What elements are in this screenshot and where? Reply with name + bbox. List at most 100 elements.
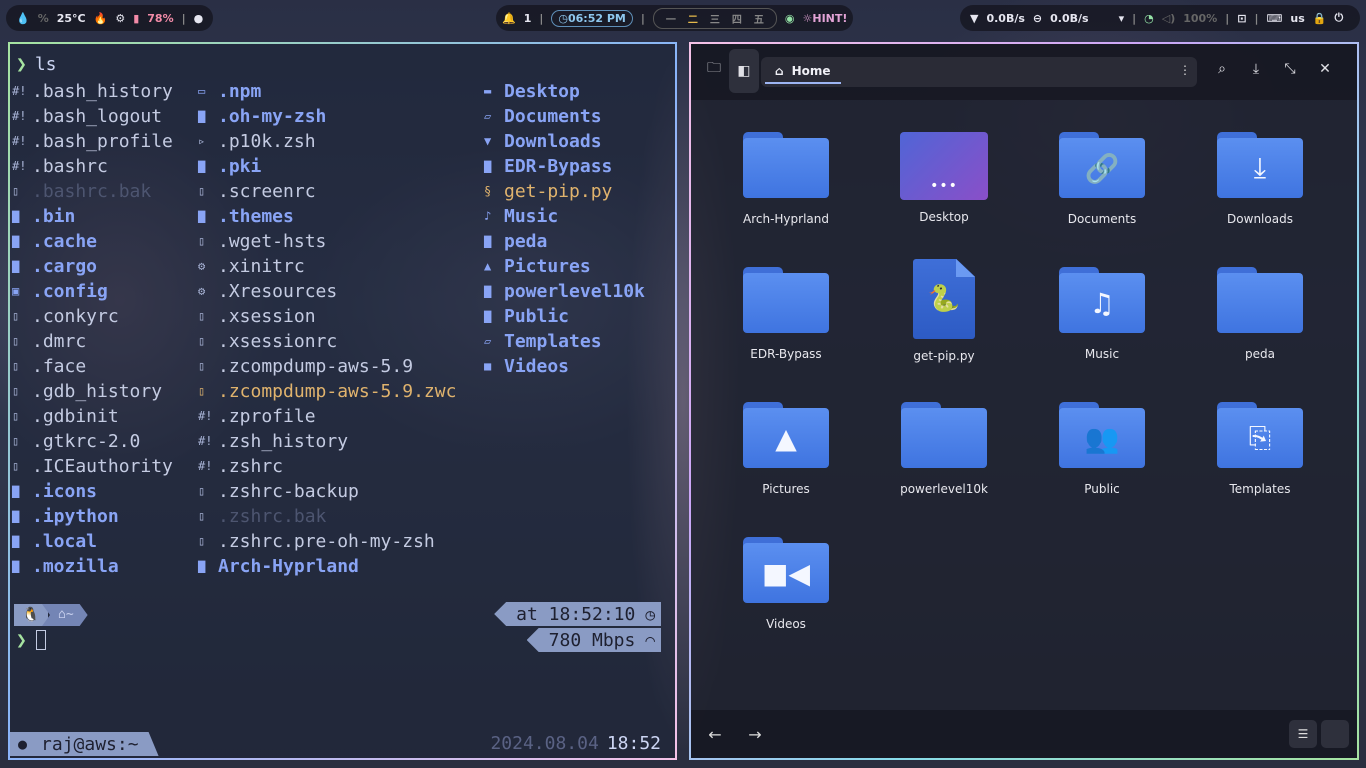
path-bar[interactable]: ⌂ Home ⋮	[761, 57, 1197, 87]
ls-entry-name: .ipython	[32, 506, 119, 527]
bell-icon[interactable]: 🔔	[502, 12, 516, 25]
file-item[interactable]: ♫ Music	[1023, 265, 1181, 400]
hash-bang-icon: #!	[198, 434, 213, 448]
file-item-label: Templates	[1229, 482, 1291, 496]
search-icon[interactable]: ⌕	[1207, 54, 1237, 84]
workspace-3[interactable]: 三	[710, 11, 720, 26]
minimize-icon[interactable]: ⤡	[1275, 54, 1305, 84]
download-icon[interactable]: ⤓	[1241, 54, 1271, 84]
ls-entry-name: Music	[504, 206, 559, 227]
folder-emblem-icon: ▲	[775, 421, 797, 455]
keyboard-layout[interactable]: us	[1290, 12, 1304, 25]
ls-entry: ▇ peda	[484, 229, 645, 254]
status-date: 2024.08.04	[490, 733, 599, 754]
ls-entry-name: .bash_logout	[32, 106, 163, 127]
wifi-icon[interactable]: ◔	[1144, 12, 1154, 25]
clock-time: 06:52 PM	[568, 11, 626, 25]
file-icon: ▯	[12, 384, 20, 398]
file-item[interactable]: powerlevel10k	[865, 400, 1023, 535]
file-item[interactable]: Arch-Hyprland	[707, 130, 865, 265]
file-item-label: Documents	[1067, 212, 1137, 226]
file-icon: ▯	[198, 234, 206, 248]
hint-text: HINT!	[812, 11, 848, 25]
folder-icon	[1217, 267, 1303, 337]
ls-entry: ▇ .themes	[198, 204, 456, 229]
file-item[interactable]: 🐍 get-pip.py	[865, 259, 1023, 400]
dots-icon: •••	[930, 178, 958, 194]
ls-entry-name: .zprofile	[218, 406, 316, 427]
file-item[interactable]: ⤓ Downloads	[1181, 130, 1339, 265]
ls-entry: ▯ .face	[12, 354, 173, 379]
volume-icon[interactable]: ◁)	[1162, 12, 1176, 25]
folder-icon: ▇	[198, 159, 206, 173]
ls-entry: ▇ Public	[484, 304, 645, 329]
folder-icon: ⎘	[1217, 402, 1303, 472]
back-arrow-icon[interactable]: ←	[701, 722, 729, 746]
terminal-window[interactable]: ❯ ls #! .bash_history #! .bash_logout #! .bash…	[8, 42, 677, 760]
ls-entry-name: .gdbinit	[32, 406, 119, 427]
workspace-2[interactable]: 二	[688, 11, 698, 26]
hint-label[interactable]: ☼HINT!	[803, 12, 848, 25]
ls-entry: ▯ .dmrc	[12, 329, 173, 354]
ls-entry: ▯ .zcompdump-aws-5.9	[198, 354, 456, 379]
ls-entry-name: .zcompdump-aws-5.9	[218, 356, 414, 377]
ls-entry-name: .gdb_history	[32, 381, 163, 402]
sidebar-toggle-icon[interactable]: ◧	[729, 49, 759, 93]
ls-entry-name: .bin	[32, 206, 76, 227]
file-item[interactable]: ■◀ Videos	[707, 535, 865, 670]
tmux-statusline: ● raj@aws:~ 2024.08.04 18:52	[10, 730, 675, 758]
ls-entry-name: .config	[32, 281, 108, 302]
ls-entry: ▯ .wget-hsts	[198, 229, 456, 254]
file-item-label: EDR-Bypass	[750, 347, 822, 361]
ls-entry-name: .zcompdump-aws-5.9.zwc	[218, 381, 457, 402]
clock[interactable]: ◷06:52 PM	[551, 9, 633, 27]
folder-icon: ▇	[484, 234, 492, 248]
separator: |	[640, 11, 645, 25]
ls-entry: ▯ .xsessionrc	[198, 329, 456, 354]
breadcrumb-home[interactable]: ⌂ Home	[765, 60, 841, 84]
ls-entry-name: Pictures	[504, 256, 591, 277]
workspace-1[interactable]: 一	[666, 11, 676, 26]
separator: |	[539, 11, 544, 25]
power-menu-icon[interactable]: ●	[194, 12, 204, 25]
ls-entry: ▯ .gdb_history	[12, 379, 173, 404]
lock-screen-icon[interactable]: ⊡	[1237, 12, 1246, 25]
file-item[interactable]: 👥 Public	[1023, 400, 1181, 535]
kebab-menu-icon[interactable]: ⋮	[1179, 63, 1191, 77]
forward-arrow-icon[interactable]: →	[741, 722, 769, 746]
network-up-icon: ⊖	[1032, 11, 1043, 25]
file-item[interactable]: ⎘ Templates	[1181, 400, 1339, 535]
file-item[interactable]: EDR-Bypass	[707, 265, 865, 400]
folder-emblem-icon	[901, 408, 987, 468]
list-view-icon[interactable]: ☰	[1289, 720, 1317, 748]
command-text: ls	[34, 54, 57, 75]
workspace-5[interactable]: 五	[754, 11, 764, 26]
folder-icon	[743, 132, 829, 202]
file-item[interactable]: ••• Desktop	[865, 130, 1023, 265]
close-icon[interactable]: ✕	[1310, 54, 1340, 84]
eye-icon[interactable]: ◉	[785, 12, 795, 25]
npm-icon: ▭	[198, 84, 206, 98]
ls-entry: ▯ .bashrc.bak	[12, 179, 173, 204]
power-icon[interactable]: ⏻	[1334, 11, 1343, 25]
new-folder-icon[interactable]: 🗀	[699, 54, 729, 84]
text-cursor[interactable]	[36, 630, 46, 650]
file-item[interactable]: peda	[1181, 265, 1339, 400]
folder-icon: ▇	[12, 559, 20, 573]
workspace-4[interactable]: 四	[732, 11, 742, 26]
folder-icon: ■◀	[743, 537, 829, 607]
file-icon: ▯	[12, 359, 20, 373]
ls-entry: ▯ .conkyrc	[12, 304, 173, 329]
folder-icon	[901, 402, 987, 472]
file-item[interactable]: 🔗 Documents	[1023, 130, 1181, 265]
bluetooth-icon[interactable]: ▾	[1119, 12, 1125, 25]
grid-view-button[interactable]	[1321, 720, 1349, 748]
ls-entry-name: .oh-my-zsh	[218, 106, 327, 127]
ls-entry-name: .Xresources	[218, 281, 338, 302]
ls-entry-name: .zshrc.bak	[218, 506, 327, 527]
file-item[interactable]: ▲ Pictures	[707, 400, 865, 535]
ls-entry-name: .xsessionrc	[218, 331, 338, 352]
ls-entry-name: .zsh_history	[218, 431, 349, 452]
linux-icon: 🐧	[14, 604, 48, 626]
ls-entry: ▯ .screenrc	[198, 179, 456, 204]
